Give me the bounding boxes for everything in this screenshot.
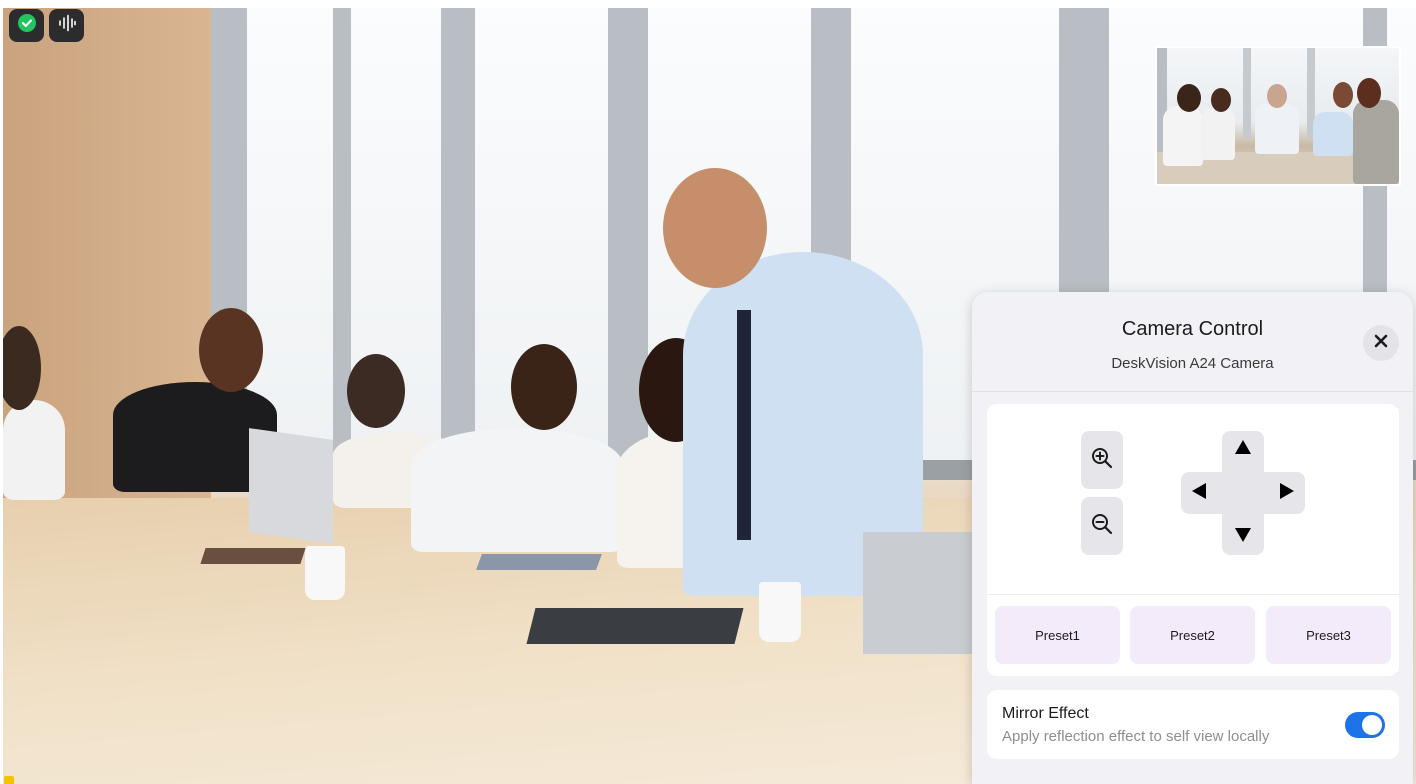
person-head — [1357, 78, 1381, 108]
coffee-cup — [759, 582, 801, 642]
laptop — [863, 532, 975, 654]
person — [1255, 104, 1299, 154]
audio-status[interactable] — [49, 9, 84, 42]
panel-divider — [972, 391, 1413, 392]
self-view-preview[interactable] — [1155, 46, 1401, 186]
person — [1353, 100, 1399, 184]
corner-indicator — [4, 776, 14, 784]
person-head — [199, 308, 263, 392]
camera-controls-card: Preset1 Preset2 Preset3 — [987, 404, 1399, 676]
pan-right-button[interactable] — [1275, 481, 1299, 505]
tilt-down-button[interactable] — [1231, 525, 1255, 549]
toggle-knob — [1362, 715, 1382, 735]
panel-title: Camera Control — [1121, 318, 1264, 340]
person-head — [1267, 84, 1287, 108]
person-head — [1333, 82, 1353, 108]
person — [1201, 108, 1235, 160]
notebook — [200, 548, 306, 564]
person-head — [1211, 88, 1231, 112]
folder — [526, 608, 744, 644]
close-icon — [1374, 334, 1388, 353]
zoom-in-button[interactable] — [1081, 431, 1123, 489]
card-divider — [987, 594, 1399, 595]
zoom-out-button[interactable] — [1081, 497, 1123, 555]
mirror-effect-card: Mirror Effect Apply reflection effect to… — [987, 690, 1399, 759]
tilt-up-button[interactable] — [1231, 437, 1255, 461]
mirror-effect-description: Apply reflection effect to self view loc… — [1002, 728, 1270, 745]
preset-1-button[interactable]: Preset1 — [995, 606, 1120, 664]
audio-waveform-icon — [57, 14, 77, 37]
window-frame — [1243, 48, 1251, 138]
preset-2-button[interactable]: Preset2 — [1130, 606, 1255, 664]
shield-check-icon — [17, 13, 37, 38]
pan-left-button[interactable] — [1187, 481, 1211, 505]
arrow-left-icon — [1191, 482, 1207, 505]
window-frame — [333, 8, 351, 478]
zoom-out-icon — [1090, 512, 1114, 541]
person — [1313, 112, 1353, 156]
camera-control-panel: Camera Control DeskVision A24 Camera Pre… — [972, 292, 1413, 784]
coffee-cup — [305, 546, 345, 600]
security-status[interactable] — [9, 9, 44, 42]
mirror-effect-toggle[interactable] — [1345, 712, 1385, 738]
arrow-down-icon — [1234, 527, 1252, 548]
close-button[interactable] — [1363, 325, 1399, 361]
person-white-shirt — [411, 428, 623, 552]
person — [1163, 106, 1203, 166]
person-head — [347, 354, 405, 428]
person-head — [1177, 84, 1201, 112]
zoom-in-icon — [1090, 446, 1114, 475]
tablet — [476, 554, 602, 570]
preset-3-button[interactable]: Preset3 — [1266, 606, 1391, 664]
pan-tilt-pad — [1181, 431, 1305, 555]
person-head — [511, 344, 577, 430]
necktie — [737, 310, 751, 540]
arrow-right-icon — [1279, 482, 1295, 505]
window-frame — [441, 8, 475, 478]
presenter-head — [663, 168, 767, 288]
camera-name: DeskVision A24 Camera — [1111, 355, 1274, 372]
person-left-edge — [3, 400, 65, 500]
mirror-effect-title: Mirror Effect — [1002, 705, 1089, 722]
laptop — [249, 428, 333, 544]
arrow-up-icon — [1234, 439, 1252, 460]
